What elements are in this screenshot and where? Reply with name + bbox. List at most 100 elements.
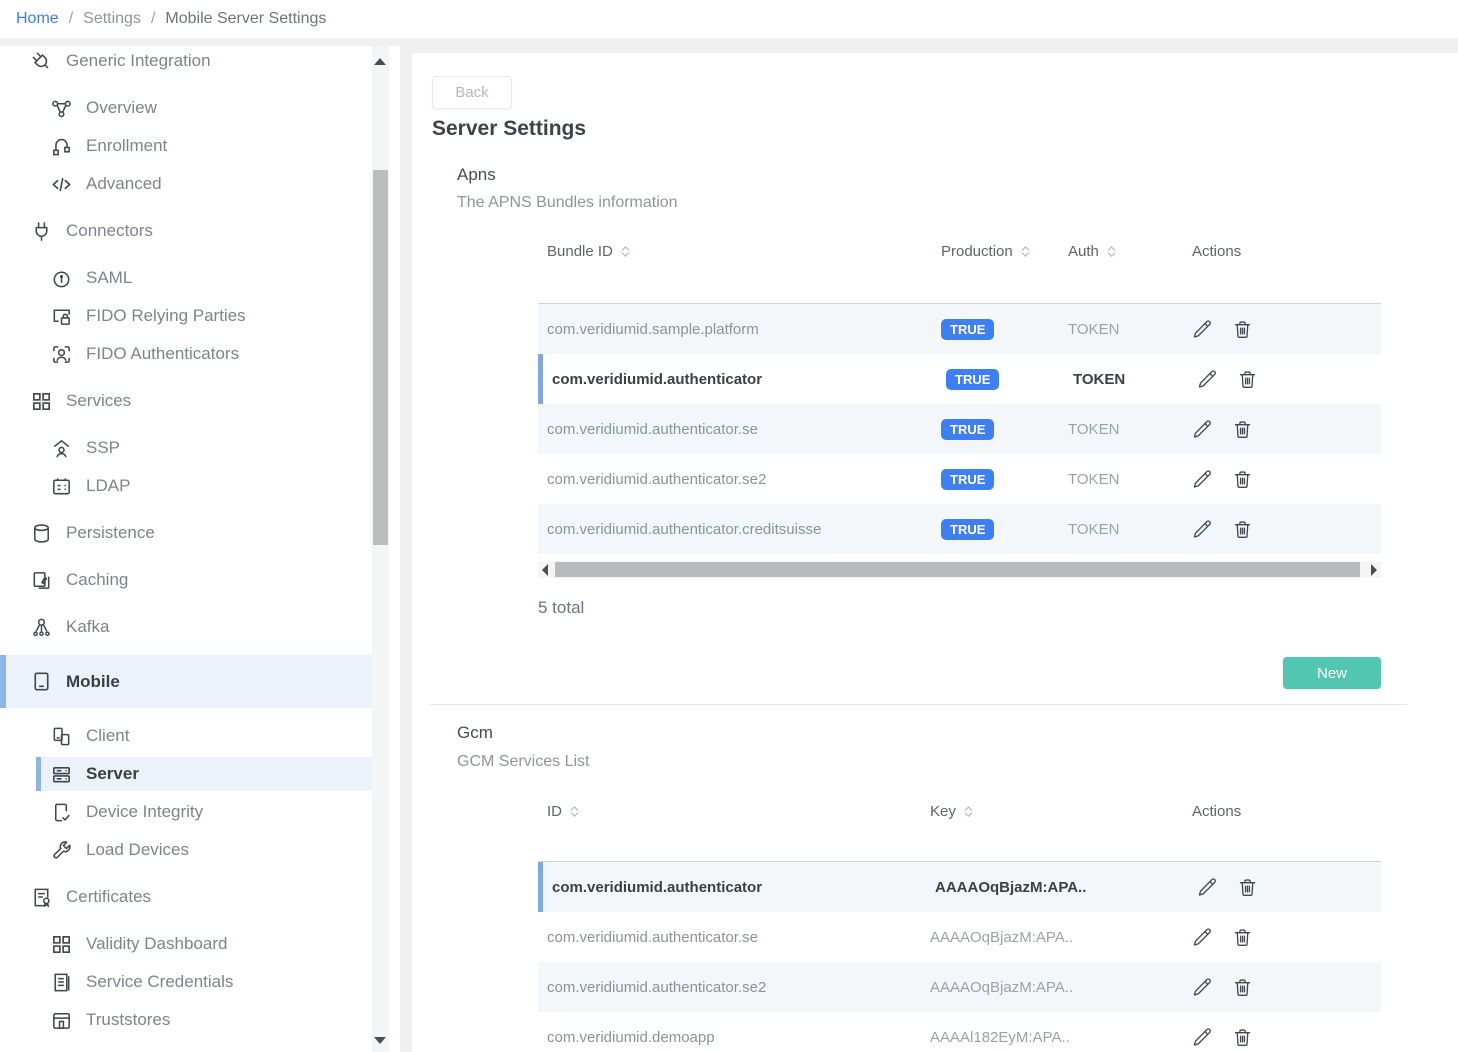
delete-icon[interactable] bbox=[1232, 977, 1253, 998]
edit-icon[interactable] bbox=[1192, 519, 1213, 540]
column-header-production[interactable]: Production bbox=[930, 243, 1060, 260]
horizontal-scrollbar[interactable] bbox=[538, 561, 1381, 578]
delete-icon[interactable] bbox=[1232, 519, 1253, 540]
column-header-bundle-id[interactable]: Bundle ID bbox=[538, 243, 930, 260]
sidebar-item-mobile[interactable]: Mobile bbox=[0, 655, 372, 708]
sidebar-item-kafka[interactable]: Kafka bbox=[0, 608, 372, 646]
sidebar-item-validity-dashboard[interactable]: Validity Dashboard bbox=[0, 925, 372, 963]
table-row-selected[interactable]: com.veridiumid.authenticator TRUE TOKEN bbox=[538, 354, 1381, 404]
delete-icon[interactable] bbox=[1232, 419, 1253, 440]
scroll-up-icon[interactable] bbox=[374, 58, 386, 65]
column-header-actions: Actions bbox=[1180, 243, 1381, 260]
table-row[interactable]: com.veridiumid.authenticator.creditsuiss… bbox=[538, 504, 1381, 554]
delete-icon[interactable] bbox=[1237, 877, 1258, 898]
new-button[interactable]: New bbox=[1283, 657, 1381, 689]
plug-icon bbox=[30, 220, 53, 243]
sidebar: Generic Integration Overview Enrollment … bbox=[0, 46, 400, 1052]
breadcrumb-home-link[interactable]: Home bbox=[16, 10, 59, 28]
section-divider bbox=[430, 704, 1407, 705]
scroll-down-icon[interactable] bbox=[374, 1037, 386, 1044]
sidebar-scrollbar[interactable] bbox=[372, 46, 389, 1052]
code-icon bbox=[50, 173, 73, 196]
sidebar-item-generic-integration[interactable]: Generic Integration bbox=[0, 46, 372, 80]
person-hat-icon bbox=[50, 437, 73, 460]
screen-lock-icon bbox=[50, 305, 73, 328]
gcm-table-header: ID Key Actions bbox=[538, 803, 1381, 820]
plug-icon bbox=[30, 50, 53, 73]
key-circle-icon bbox=[50, 267, 73, 290]
sidebar-item-fido-relying-parties[interactable]: FIDO Relying Parties bbox=[0, 297, 372, 335]
edit-icon[interactable] bbox=[1197, 877, 1218, 898]
edit-icon[interactable] bbox=[1192, 319, 1213, 340]
sidebar-item-fido-authenticators[interactable]: FIDO Authenticators bbox=[0, 335, 372, 373]
sort-icon[interactable] bbox=[963, 804, 974, 819]
apns-section-description: The APNS Bundles information bbox=[457, 194, 678, 212]
breadcrumb-separator: / bbox=[151, 10, 155, 28]
gcm-section-heading: Gcm bbox=[457, 723, 493, 743]
page-title: Server Settings bbox=[432, 117, 586, 141]
sidebar-item-overview[interactable]: Overview bbox=[0, 89, 372, 127]
sort-icon[interactable] bbox=[620, 244, 631, 259]
production-badge: TRUE bbox=[941, 419, 994, 440]
table-row[interactable]: com.veridiumid.authenticator.se TRUE TOK… bbox=[538, 404, 1381, 454]
gcm-section-description: GCM Services List bbox=[457, 753, 589, 771]
phones-icon bbox=[50, 725, 73, 748]
breadcrumb-separator: / bbox=[69, 10, 73, 28]
sidebar-item-client[interactable]: Client bbox=[0, 717, 372, 755]
table-row[interactable]: com.veridiumid.sample.platform TRUE TOKE… bbox=[538, 304, 1381, 354]
table-row[interactable]: com.veridiumid.authenticator.se2 TRUE TO… bbox=[538, 454, 1381, 504]
scroll-left-icon[interactable] bbox=[542, 564, 548, 576]
production-badge: TRUE bbox=[941, 519, 994, 540]
contact-card-icon bbox=[50, 475, 73, 498]
delete-icon[interactable] bbox=[1232, 469, 1253, 490]
sidebar-item-service-credentials[interactable]: Service Credentials bbox=[0, 963, 372, 1001]
edit-icon[interactable] bbox=[1197, 369, 1218, 390]
delete-icon[interactable] bbox=[1232, 927, 1253, 948]
apns-table: com.veridiumid.sample.platform TRUE TOKE… bbox=[538, 304, 1381, 554]
breadcrumb-current: Mobile Server Settings bbox=[165, 10, 326, 28]
delete-icon[interactable] bbox=[1232, 319, 1253, 340]
sidebar-item-device-integrity[interactable]: Device Integrity bbox=[0, 793, 372, 831]
breadcrumb-settings: Settings bbox=[83, 10, 141, 28]
delete-icon[interactable] bbox=[1232, 1027, 1253, 1048]
column-header-id[interactable]: ID bbox=[538, 803, 920, 820]
sort-icon[interactable] bbox=[569, 804, 580, 819]
sidebar-item-persistence[interactable]: Persistence bbox=[0, 514, 372, 552]
edit-icon[interactable] bbox=[1192, 977, 1213, 998]
sort-icon[interactable] bbox=[1106, 244, 1117, 259]
safe-icon bbox=[50, 1009, 73, 1032]
scrollbar-thumb[interactable] bbox=[555, 562, 1360, 577]
wrench-icon bbox=[50, 839, 73, 862]
column-header-auth[interactable]: Auth bbox=[1060, 243, 1180, 260]
back-button[interactable]: Back bbox=[432, 76, 512, 109]
sidebar-item-ssp[interactable]: SSP bbox=[0, 429, 372, 467]
edit-icon[interactable] bbox=[1192, 1027, 1213, 1048]
copy-icon bbox=[30, 569, 53, 592]
sidebar-item-certificates[interactable]: Certificates bbox=[0, 878, 372, 916]
table-row[interactable]: com.veridiumid.authenticator.se2 AAAAOqB… bbox=[538, 962, 1381, 1012]
edit-icon[interactable] bbox=[1192, 927, 1213, 948]
flow-icon bbox=[50, 135, 73, 158]
apns-table-header: Bundle ID Production Auth Actions bbox=[538, 243, 1381, 260]
scrollbar-thumb[interactable] bbox=[373, 170, 388, 545]
sidebar-item-ldap[interactable]: LDAP bbox=[0, 467, 372, 505]
sidebar-item-connectors[interactable]: Connectors bbox=[0, 212, 372, 250]
column-header-key[interactable]: Key bbox=[920, 803, 1180, 820]
scroll-right-icon[interactable] bbox=[1371, 564, 1377, 576]
sidebar-item-caching[interactable]: Caching bbox=[0, 561, 372, 599]
sidebar-item-server[interactable]: Server bbox=[36, 757, 372, 791]
edit-icon[interactable] bbox=[1192, 469, 1213, 490]
sidebar-item-truststores[interactable]: Truststores bbox=[0, 1001, 372, 1039]
table-row[interactable]: com.veridiumid.demoapp AAAAl182EyM:APA.. bbox=[538, 1012, 1381, 1052]
table-row-selected[interactable]: com.veridiumid.authenticator AAAAOqBjazM… bbox=[538, 862, 1381, 912]
sidebar-item-enrollment[interactable]: Enrollment bbox=[0, 127, 372, 165]
sidebar-item-load-devices[interactable]: Load Devices bbox=[0, 831, 372, 869]
sidebar-item-saml[interactable]: SAML bbox=[0, 259, 372, 297]
nodes-icon bbox=[50, 97, 73, 120]
sidebar-item-advanced[interactable]: Advanced bbox=[0, 165, 372, 203]
edit-icon[interactable] bbox=[1192, 419, 1213, 440]
sidebar-item-services[interactable]: Services bbox=[0, 382, 372, 420]
table-row[interactable]: com.veridiumid.authenticator.se AAAAOqBj… bbox=[538, 912, 1381, 962]
delete-icon[interactable] bbox=[1237, 369, 1258, 390]
sort-icon[interactable] bbox=[1020, 244, 1031, 259]
